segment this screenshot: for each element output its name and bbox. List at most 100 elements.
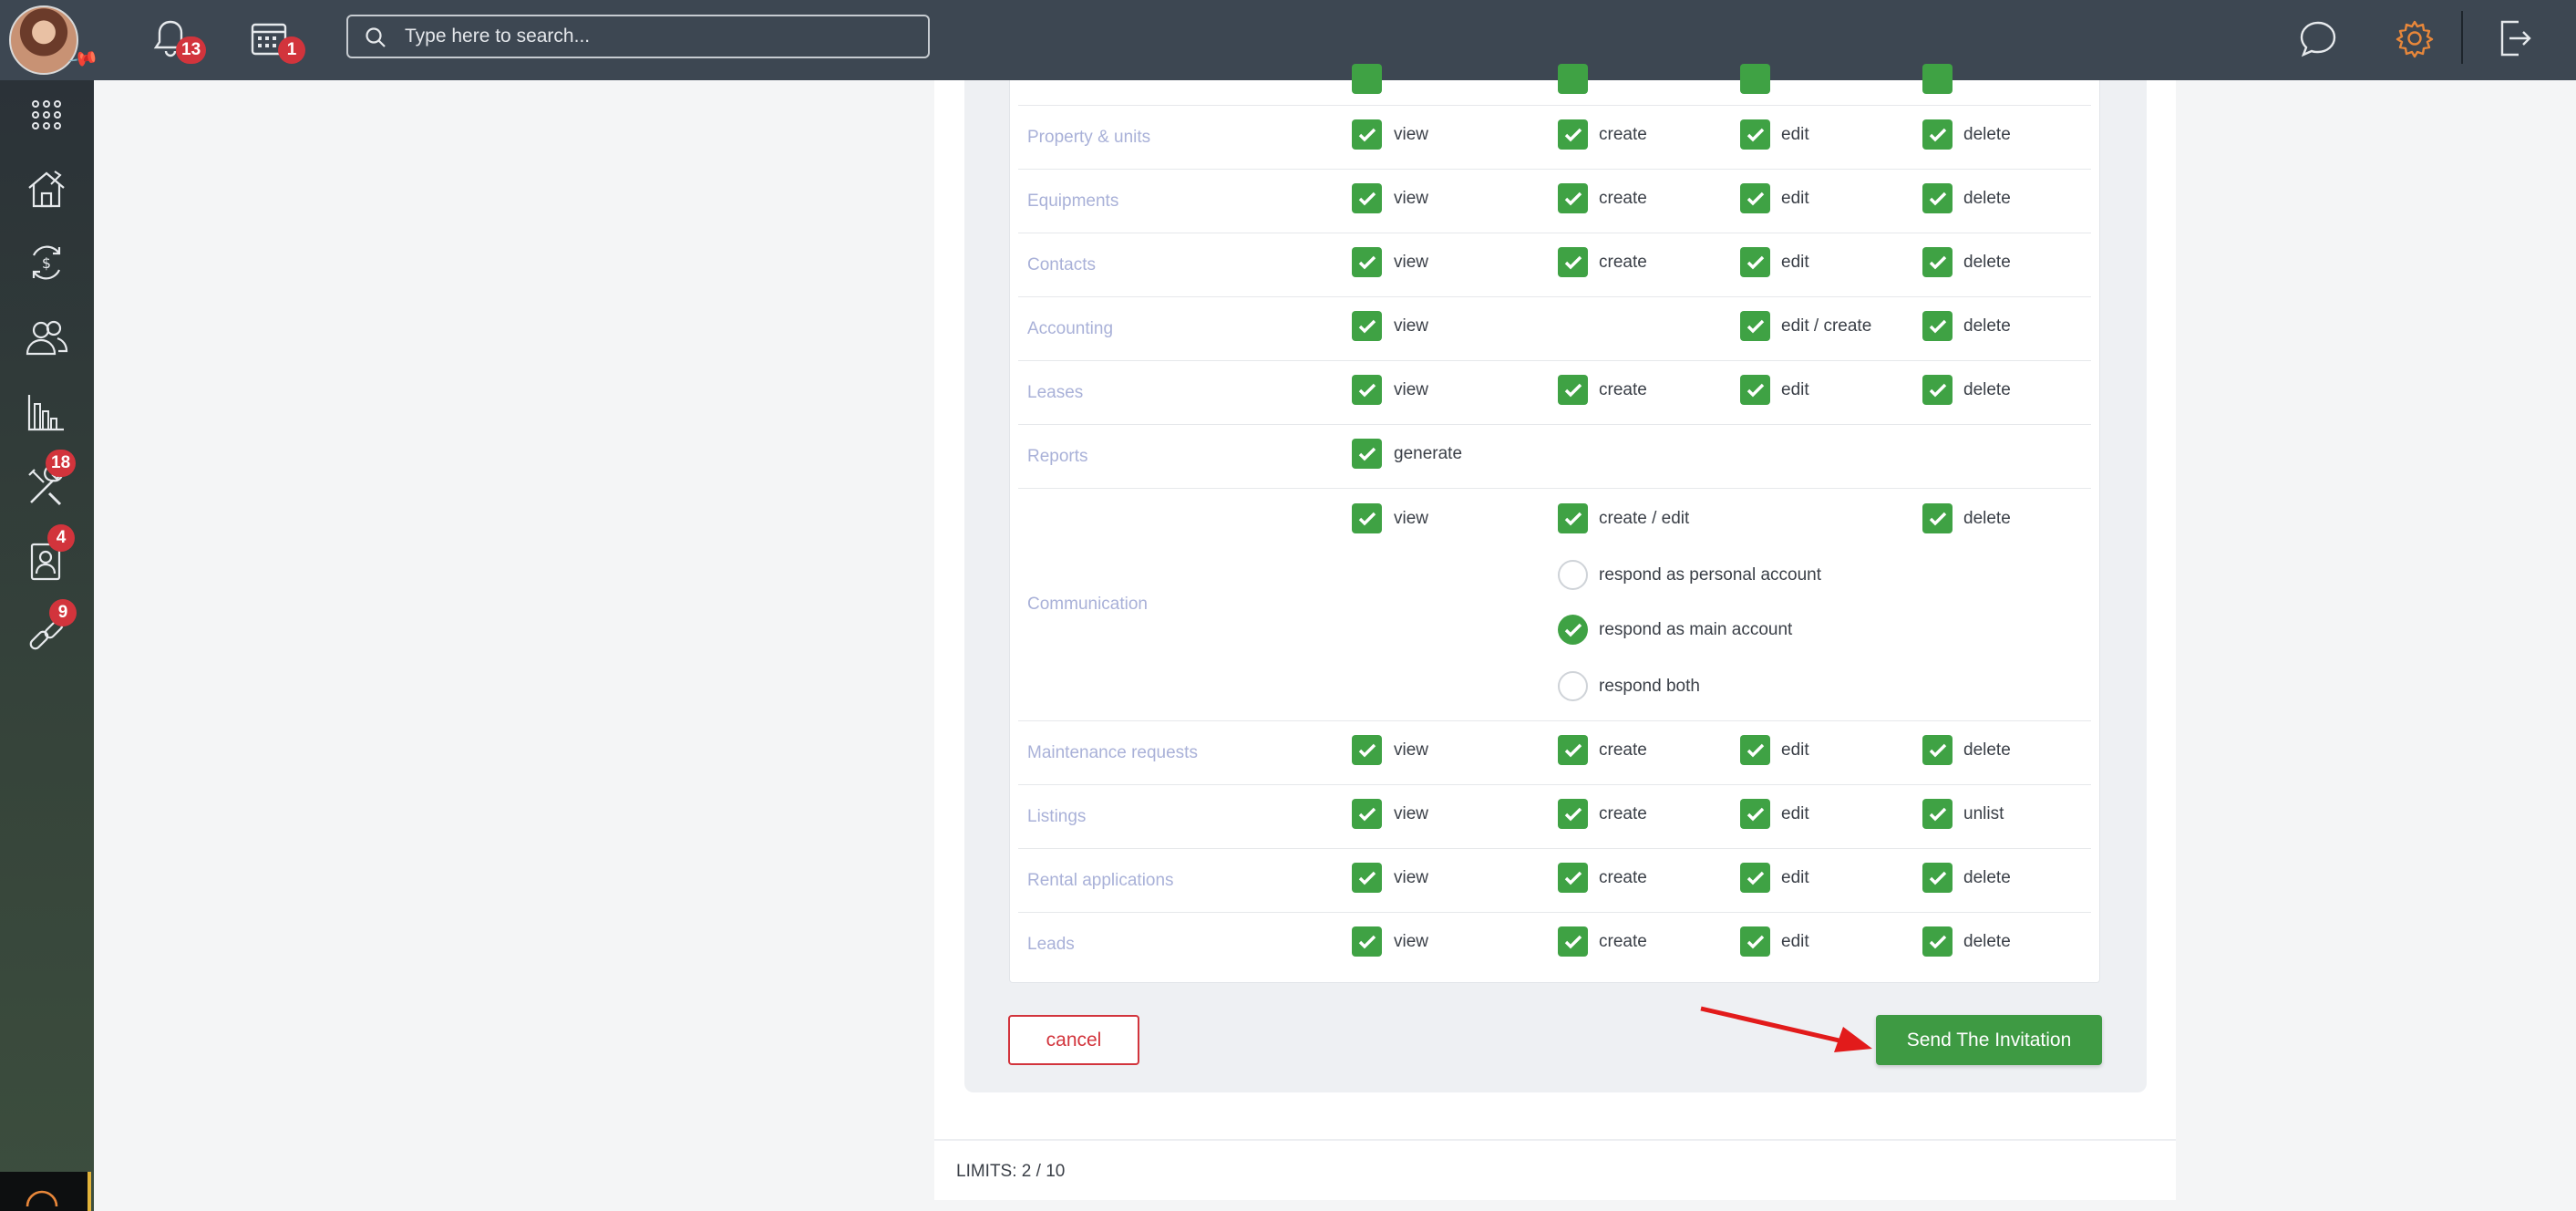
leases-edit-checkbox[interactable] <box>1740 375 1770 405</box>
check-icon <box>1564 128 1582 141</box>
property-units-delete-checkbox[interactable] <box>1922 119 1953 150</box>
property-units-create-checkbox[interactable] <box>1558 119 1588 150</box>
property-units-edit-checkbox[interactable] <box>1740 119 1770 150</box>
respond-personal-label: respond as personal account <box>1599 565 1821 585</box>
communication-create-edit-label: create / edit <box>1599 509 1690 528</box>
sidebar-item-tenants[interactable]: 4 <box>15 524 78 594</box>
check-icon <box>1929 319 1946 333</box>
calendar-button[interactable]: 1 <box>247 16 305 64</box>
contacts-edit-checkbox[interactable] <box>1740 247 1770 277</box>
sidebar-item-accounting[interactable]: $ <box>15 231 78 295</box>
check-icon <box>1929 512 1946 525</box>
rental-applications-delete-checkbox[interactable] <box>1922 863 1953 893</box>
listings-edit-checkbox[interactable] <box>1740 799 1770 829</box>
listings-create-checkbox[interactable] <box>1558 799 1588 829</box>
notifications-button[interactable]: 13 <box>149 16 207 64</box>
equipments-delete-checkbox[interactable] <box>1922 183 1953 213</box>
check-icon <box>1564 383 1582 397</box>
check-icon <box>1929 128 1946 141</box>
search-input[interactable] <box>405 24 915 49</box>
accounting-edit-create-checkbox[interactable] <box>1740 311 1770 341</box>
sidebar-item-properties[interactable] <box>15 157 78 221</box>
maintenance-delete-checkbox[interactable] <box>1922 735 1953 765</box>
communication-delete-checkbox[interactable] <box>1922 503 1953 533</box>
maintenance-view-checkbox[interactable] <box>1352 735 1382 765</box>
maintenance-view-label: view <box>1394 740 1429 760</box>
partial-view-checkbox[interactable] <box>1352 64 1382 94</box>
check-icon <box>1747 871 1764 885</box>
communication-create-edit-checkbox[interactable] <box>1558 503 1588 533</box>
contacts-delete-checkbox[interactable] <box>1922 247 1953 277</box>
check-icon <box>1929 935 1946 948</box>
accounting-view-checkbox[interactable] <box>1352 311 1382 341</box>
property-units-view-checkbox[interactable] <box>1352 119 1382 150</box>
respond-both-radio[interactable] <box>1558 671 1588 701</box>
rental-applications-edit-checkbox[interactable] <box>1740 863 1770 893</box>
check-icon <box>1564 255 1582 269</box>
partial-edit-checkbox[interactable] <box>1740 64 1770 94</box>
respond-personal-radio[interactable] <box>1558 560 1588 590</box>
settings-button[interactable] <box>2393 16 2437 60</box>
support-button[interactable] <box>0 1172 91 1211</box>
sidebar-item-integrations[interactable]: 9 <box>15 599 78 668</box>
sidebar: $ 18 4 9 <box>0 80 94 1211</box>
check-icon <box>1358 743 1376 757</box>
sidebar-item-contacts[interactable] <box>15 305 78 369</box>
chat-bubble-icon <box>2300 21 2336 57</box>
table-row-reports <box>1018 425 2091 489</box>
send-invitation-button[interactable]: Send The Invitation <box>1876 1015 2102 1065</box>
contacts-view-checkbox[interactable] <box>1352 247 1382 277</box>
apps-grid-icon <box>32 100 61 129</box>
sidebar-item-apps[interactable] <box>15 83 78 147</box>
leases-delete-label: delete <box>1963 380 2011 399</box>
accounting-view-label: view <box>1394 316 1429 336</box>
communication-delete-label: delete <box>1963 509 2011 528</box>
leads-edit-checkbox[interactable] <box>1740 926 1770 957</box>
leads-create-checkbox[interactable] <box>1558 926 1588 957</box>
calendar-badge: 1 <box>278 36 305 64</box>
maintenance-create-checkbox[interactable] <box>1558 735 1588 765</box>
row-label-communication: Communication <box>1027 595 1148 614</box>
check-icon <box>1929 871 1946 885</box>
contacts-create-label: create <box>1599 253 1647 272</box>
user-avatar[interactable] <box>9 5 78 75</box>
logout-button[interactable] <box>2493 16 2537 60</box>
chat-button[interactable] <box>2296 16 2340 60</box>
accounting-delete-checkbox[interactable] <box>1922 311 1953 341</box>
sidebar-item-maintenance[interactable]: 18 <box>15 450 78 519</box>
search-icon <box>366 27 386 47</box>
leases-create-checkbox[interactable] <box>1558 375 1588 405</box>
listings-unlist-checkbox[interactable] <box>1922 799 1953 829</box>
equipments-edit-checkbox[interactable] <box>1740 183 1770 213</box>
listings-view-checkbox[interactable] <box>1352 799 1382 829</box>
leases-delete-checkbox[interactable] <box>1922 375 1953 405</box>
leads-create-label: create <box>1599 932 1647 951</box>
search-bar[interactable] <box>346 15 930 58</box>
top-bar: 📌 13 1 <box>0 0 2576 80</box>
rental-applications-create-checkbox[interactable] <box>1558 863 1588 893</box>
sidebar-item-reports[interactable] <box>15 380 78 444</box>
rental-applications-edit-label: edit <box>1781 868 1809 887</box>
notifications-badge: 13 <box>176 36 207 64</box>
leads-view-checkbox[interactable] <box>1352 926 1382 957</box>
equipments-view-checkbox[interactable] <box>1352 183 1382 213</box>
leads-delete-checkbox[interactable] <box>1922 926 1953 957</box>
partial-delete-checkbox[interactable] <box>1922 64 1953 94</box>
property-house-icon <box>28 171 65 208</box>
leases-view-checkbox[interactable] <box>1352 375 1382 405</box>
contacts-create-checkbox[interactable] <box>1558 247 1588 277</box>
check-icon <box>1929 191 1946 205</box>
cancel-button[interactable]: cancel <box>1008 1015 1139 1065</box>
maintenance-edit-checkbox[interactable] <box>1740 735 1770 765</box>
respond-main-radio[interactable] <box>1558 615 1588 645</box>
reports-generate-checkbox[interactable] <box>1352 439 1382 469</box>
topbar-divider <box>2461 11 2463 64</box>
communication-view-checkbox[interactable] <box>1352 503 1382 533</box>
equipments-create-checkbox[interactable] <box>1558 183 1588 213</box>
check-icon <box>1564 807 1582 821</box>
check-icon <box>1747 191 1764 205</box>
row-label-rental-applications: Rental applications <box>1027 871 1174 890</box>
check-icon <box>1747 935 1764 948</box>
rental-applications-view-checkbox[interactable] <box>1352 863 1382 893</box>
partial-create-checkbox[interactable] <box>1558 64 1588 94</box>
